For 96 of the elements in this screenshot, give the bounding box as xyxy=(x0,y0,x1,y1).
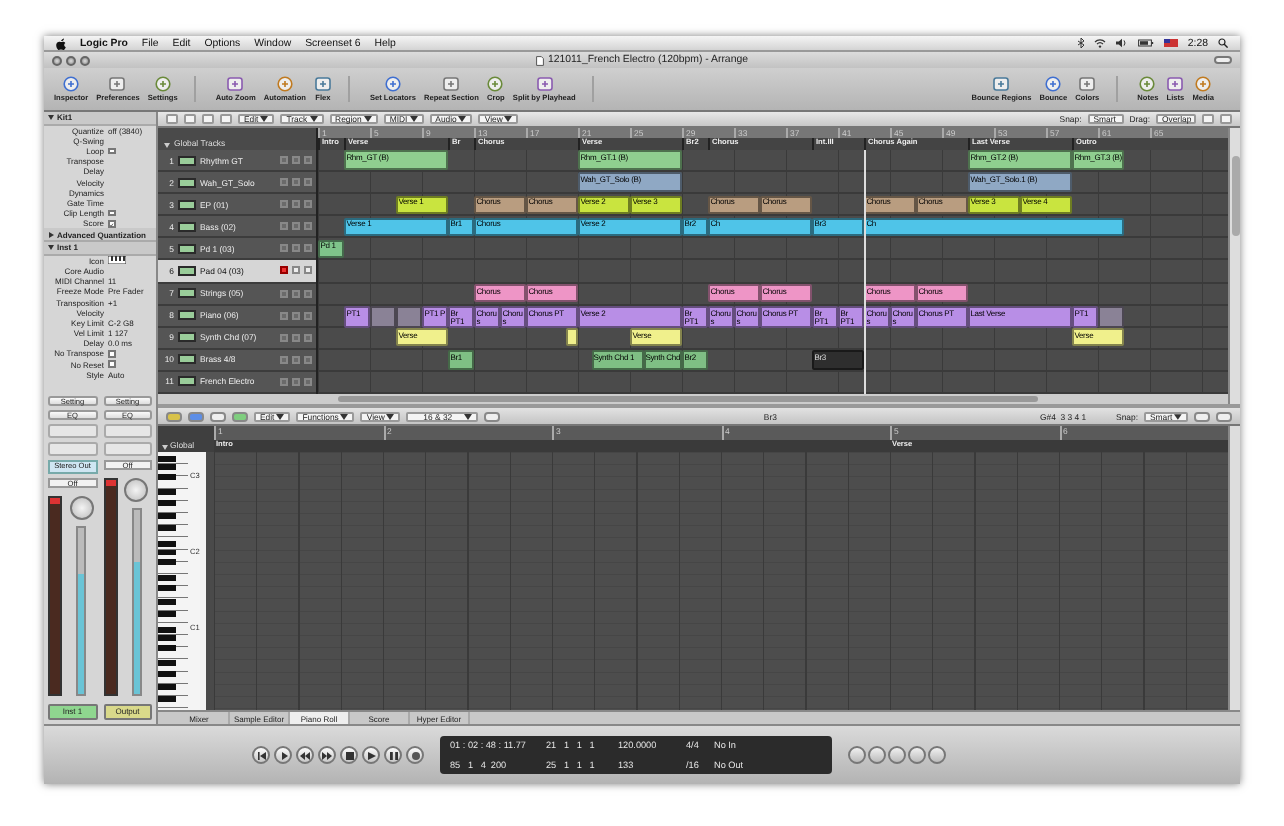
mute-button[interactable] xyxy=(292,266,300,275)
toolbar-icon xyxy=(486,76,505,92)
close-button[interactable] xyxy=(52,55,62,65)
volume-icon xyxy=(1115,38,1128,48)
caret-icon xyxy=(458,116,467,122)
volume-fader[interactable] xyxy=(76,525,87,696)
mute-button[interactable] xyxy=(292,311,300,320)
toolbar-icon xyxy=(535,76,554,92)
solo-button[interactable] xyxy=(304,178,312,187)
toolbar-icon xyxy=(1044,76,1063,92)
toolbar-icon xyxy=(313,76,332,92)
empty-slot xyxy=(48,441,97,456)
keyboard-icon xyxy=(108,256,126,265)
pan-knob[interactable] xyxy=(124,477,149,502)
search-icon xyxy=(1218,38,1228,48)
disclosure-triangle-icon xyxy=(162,444,168,450)
play-from-start-button[interactable] xyxy=(274,746,292,764)
zoom-button[interactable] xyxy=(80,55,90,65)
region[interactable] xyxy=(565,328,578,347)
bluetooth-icon xyxy=(1077,38,1084,48)
caret-icon xyxy=(504,116,513,122)
toolbar-icon xyxy=(1138,76,1157,92)
toolbar-icon xyxy=(226,76,245,92)
solo-button[interactable] xyxy=(304,377,312,386)
mute-button[interactable] xyxy=(292,222,300,231)
checkbox[interactable] xyxy=(108,220,116,228)
record-enable-button[interactable] xyxy=(280,266,288,275)
apple-logo-icon xyxy=(56,37,66,49)
toolbar-icon xyxy=(1078,76,1097,92)
pause-icon xyxy=(389,751,397,759)
battery-icon xyxy=(1137,38,1154,48)
mute-button[interactable] xyxy=(292,333,300,342)
caret-icon xyxy=(363,116,372,122)
fast-forward-icon xyxy=(322,751,332,759)
solo-button[interactable] xyxy=(304,333,312,342)
document-icon xyxy=(536,55,545,65)
empty-slot xyxy=(103,423,152,438)
wifi-icon xyxy=(1093,38,1106,48)
mute-button[interactable] xyxy=(292,244,300,253)
piano-keyboard-drawing[interactable] xyxy=(158,452,188,710)
caret-icon xyxy=(1174,413,1182,419)
pause-button[interactable] xyxy=(384,746,402,764)
mute-button[interactable] xyxy=(292,289,300,298)
flag-icon xyxy=(1163,38,1178,48)
record-button[interactable] xyxy=(406,746,424,764)
mute-button[interactable] xyxy=(292,156,300,165)
toolbar-icon xyxy=(383,76,402,92)
pan-knob[interactable] xyxy=(69,495,94,520)
checkbox[interactable] xyxy=(108,147,116,155)
solo-button[interactable] xyxy=(304,355,312,364)
volume-fader[interactable] xyxy=(131,507,142,696)
empty-slot xyxy=(103,441,152,456)
stop-icon xyxy=(345,751,353,759)
toolbar-icon xyxy=(1194,76,1213,92)
toolbar-toggle-button[interactable] xyxy=(1214,56,1232,64)
solo-button[interactable] xyxy=(304,156,312,165)
rewind-icon xyxy=(300,751,310,759)
minimize-button[interactable] xyxy=(66,55,76,65)
go-to-start-icon xyxy=(257,751,265,759)
rewind-button[interactable] xyxy=(296,746,314,764)
empty-slot xyxy=(48,423,97,438)
solo-button[interactable] xyxy=(304,311,312,320)
toolbar-icon xyxy=(1166,76,1185,92)
toolbar-icon xyxy=(153,76,172,92)
caret-icon xyxy=(386,413,395,419)
caret-icon xyxy=(260,116,269,122)
toolbar-icon xyxy=(108,76,127,92)
play-icon xyxy=(279,751,287,759)
solo-button[interactable] xyxy=(304,244,312,253)
mute-button[interactable] xyxy=(292,377,300,386)
mute-button[interactable] xyxy=(292,355,300,364)
caret-icon xyxy=(276,413,285,419)
play-icon xyxy=(367,751,375,759)
toolbar-icon xyxy=(442,76,461,92)
solo-button[interactable] xyxy=(304,222,312,231)
stop-button[interactable] xyxy=(340,746,358,764)
mute-button[interactable] xyxy=(292,178,300,187)
toolbar-icon xyxy=(992,76,1011,92)
record-icon xyxy=(411,751,419,759)
solo-button[interactable] xyxy=(304,200,312,209)
solo-button[interactable] xyxy=(304,289,312,298)
play-button[interactable] xyxy=(362,746,380,764)
fast-forward-button[interactable] xyxy=(318,746,336,764)
disclosure-triangle-icon xyxy=(164,142,170,148)
caret-icon xyxy=(464,413,473,419)
caret-icon xyxy=(309,116,318,122)
caret-icon xyxy=(409,116,418,122)
mute-button[interactable] xyxy=(292,200,300,209)
checkbox[interactable] xyxy=(108,360,116,368)
solo-button[interactable] xyxy=(304,266,312,275)
caret-icon xyxy=(340,413,349,419)
checkbox[interactable] xyxy=(108,209,116,217)
toolbar-icon xyxy=(62,76,81,92)
toolbar-icon xyxy=(275,76,294,92)
checkbox[interactable] xyxy=(108,350,116,358)
go-to-start-button[interactable] xyxy=(252,746,270,764)
